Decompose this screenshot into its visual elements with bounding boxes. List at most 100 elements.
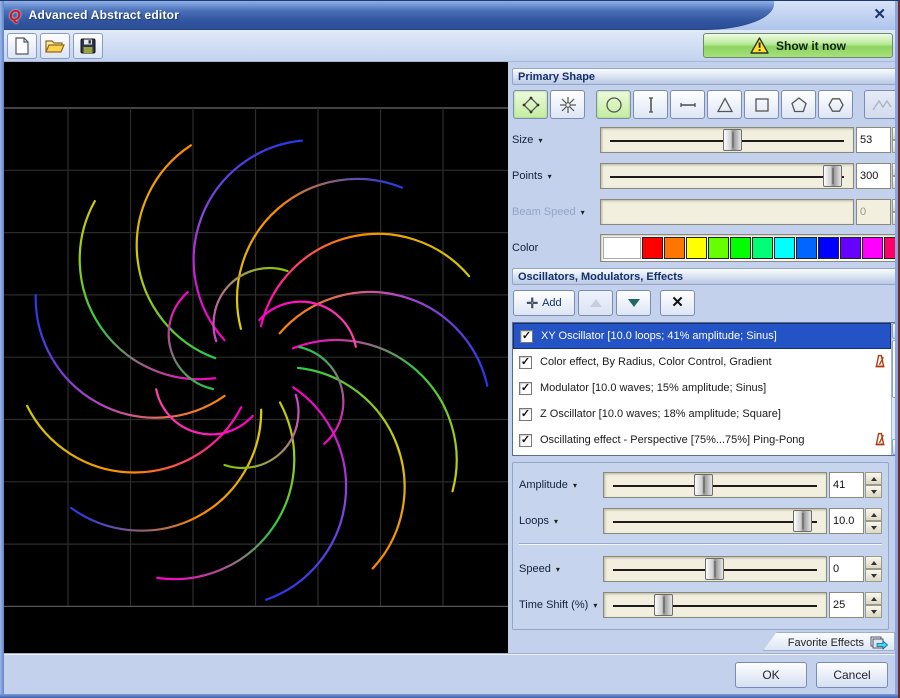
- effect-list-item[interactable]: ✓Oscillating effect - Perspective [75%..…: [513, 427, 891, 453]
- move-down-button[interactable]: [616, 290, 651, 316]
- mode-abstract-button[interactable]: [513, 90, 548, 119]
- abstract-preview-canvas[interactable]: [4, 62, 508, 653]
- shape-circle-button[interactable]: [596, 90, 631, 119]
- abstract-pattern: [4, 62, 508, 653]
- amplitude-slider-thumb[interactable]: [694, 474, 713, 496]
- speed-slider-thumb[interactable]: [705, 558, 724, 580]
- loops-slider[interactable]: [603, 508, 827, 534]
- color-swatch[interactable]: [862, 237, 883, 259]
- control-panel: Primary Shape: [508, 62, 900, 653]
- effect-enabled-checkbox[interactable]: ✓: [519, 382, 532, 395]
- amplitude-label[interactable]: Amplitude ▾: [519, 479, 603, 491]
- show-it-now-label: Show it now: [776, 39, 846, 53]
- speed-spin-down[interactable]: [865, 569, 882, 582]
- time-shift-value[interactable]: 25: [829, 592, 864, 618]
- time-shift-slider[interactable]: [603, 592, 827, 618]
- size-row: Size ▾ 53: [512, 126, 900, 154]
- mode-star-button[interactable]: [550, 90, 585, 119]
- color-swatch[interactable]: [686, 237, 707, 259]
- color-swatch[interactable]: [752, 237, 773, 259]
- shape-zigzag-button[interactable]: [864, 90, 899, 119]
- open-file-button[interactable]: [40, 33, 70, 59]
- circle-icon: [604, 95, 624, 115]
- diamond-icon: [521, 95, 541, 115]
- cancel-button[interactable]: Cancel: [816, 662, 888, 688]
- title-bar[interactable]: Q Advanced Abstract editor ✕: [0, 1, 900, 30]
- effect-list-item[interactable]: ✓XY Oscillator [10.0 loops; 41% amplitud…: [513, 323, 891, 349]
- loops-label[interactable]: Loops ▾: [519, 515, 603, 527]
- save-button[interactable]: [73, 33, 103, 59]
- add-effect-button[interactable]: ✛ Add: [513, 290, 575, 316]
- open-folder-icon: [45, 38, 65, 54]
- close-icon[interactable]: ✕: [873, 6, 886, 24]
- speed-slider[interactable]: [603, 556, 827, 582]
- amplitude-value[interactable]: 41: [829, 472, 864, 498]
- loops-spin-up[interactable]: [865, 508, 882, 521]
- shape-hexagon-button[interactable]: [818, 90, 853, 119]
- beam-speed-slider[interactable]: [600, 199, 854, 225]
- shape-hline-button[interactable]: [670, 90, 705, 119]
- points-slider[interactable]: [600, 163, 854, 189]
- effect-list-item[interactable]: ✓ Modulator [10.0 waves; 15% amplitude; S…: [513, 375, 891, 401]
- delete-x-icon: ✕: [671, 296, 684, 310]
- effect-enabled-checkbox[interactable]: ✓: [519, 356, 532, 369]
- beam-speed-value[interactable]: 0: [856, 199, 891, 225]
- points-slider-thumb[interactable]: [823, 165, 842, 187]
- color-palette: [600, 234, 900, 262]
- loops-slider-thumb[interactable]: [793, 510, 812, 532]
- speed-value[interactable]: 0: [829, 556, 864, 582]
- effect-enabled-checkbox[interactable]: ✓: [520, 330, 533, 343]
- effect-enabled-checkbox[interactable]: ✓: [519, 408, 532, 421]
- time-shift-label[interactable]: Time Shift (%) ▾: [519, 599, 603, 611]
- shape-vline-button[interactable]: [633, 90, 668, 119]
- color-swatch[interactable]: [730, 237, 751, 259]
- effect-item-label: Modulator [10.0 waves; 15% amplitude; Si…: [540, 382, 887, 394]
- loops-value[interactable]: 10.0: [829, 508, 864, 534]
- shape-square-button[interactable]: [744, 90, 779, 119]
- size-value[interactable]: 53: [856, 127, 891, 153]
- move-up-button[interactable]: [578, 290, 613, 316]
- color-swatch[interactable]: [840, 237, 861, 259]
- color-swatch[interactable]: [664, 237, 685, 259]
- size-slider[interactable]: [600, 127, 854, 153]
- speed-label[interactable]: Speed ▾: [519, 563, 603, 575]
- show-it-now-button[interactable]: Show it now: [703, 33, 893, 58]
- color-row: Color: [512, 234, 900, 262]
- amplitude-slider[interactable]: [603, 472, 827, 498]
- oscillators-header: Oscillators, Modulators, Effects: [512, 268, 900, 285]
- favorite-effects-arrow-icon: [870, 636, 888, 650]
- color-swatch[interactable]: [642, 237, 663, 259]
- points-label[interactable]: Points ▾: [512, 170, 600, 182]
- time-shift-spin-up[interactable]: [865, 592, 882, 605]
- time-shift-spin-down[interactable]: [865, 605, 882, 618]
- zigzag-icon: [871, 96, 893, 114]
- color-swatch[interactable]: [774, 237, 795, 259]
- color-swatch[interactable]: [708, 237, 729, 259]
- effect-enabled-checkbox[interactable]: ✓: [519, 434, 532, 447]
- speed-spin-up[interactable]: [865, 556, 882, 569]
- color-swatch[interactable]: [796, 237, 817, 259]
- points-value[interactable]: 300: [856, 163, 891, 189]
- ok-button[interactable]: OK: [735, 662, 807, 688]
- effect-list-item[interactable]: ✓Color effect, By Radius, Color Control,…: [513, 349, 891, 375]
- shape-triangle-button[interactable]: [707, 90, 742, 119]
- color-swatch[interactable]: [818, 237, 839, 259]
- color-swatch[interactable]: [603, 237, 641, 259]
- new-file-button[interactable]: [7, 33, 37, 59]
- loops-spin-down[interactable]: [865, 521, 882, 534]
- size-label[interactable]: Size ▾: [512, 134, 600, 146]
- triangle-icon: [715, 95, 735, 115]
- shape-pentagon-button[interactable]: [781, 90, 816, 119]
- window-border-left: [0, 1, 4, 698]
- delete-effect-button[interactable]: ✕: [660, 290, 695, 316]
- beam-speed-label[interactable]: Beam Speed ▾: [512, 206, 600, 218]
- favorite-effects-tab[interactable]: Favorite Effects: [763, 632, 895, 651]
- amplitude-spin-down[interactable]: [865, 485, 882, 498]
- time-shift-slider-thumb[interactable]: [654, 594, 673, 616]
- effect-list-item[interactable]: ✓Brightness effect, By Radius, Brightnes…: [513, 453, 891, 456]
- amplitude-spin-up[interactable]: [865, 472, 882, 485]
- size-slider-thumb[interactable]: [723, 129, 742, 151]
- window-title: Advanced Abstract editor: [29, 8, 179, 22]
- effect-list-item[interactable]: ✓Z Oscillator [10.0 waves; 18% amplitude…: [513, 401, 891, 427]
- shape-button-row: [513, 90, 900, 119]
